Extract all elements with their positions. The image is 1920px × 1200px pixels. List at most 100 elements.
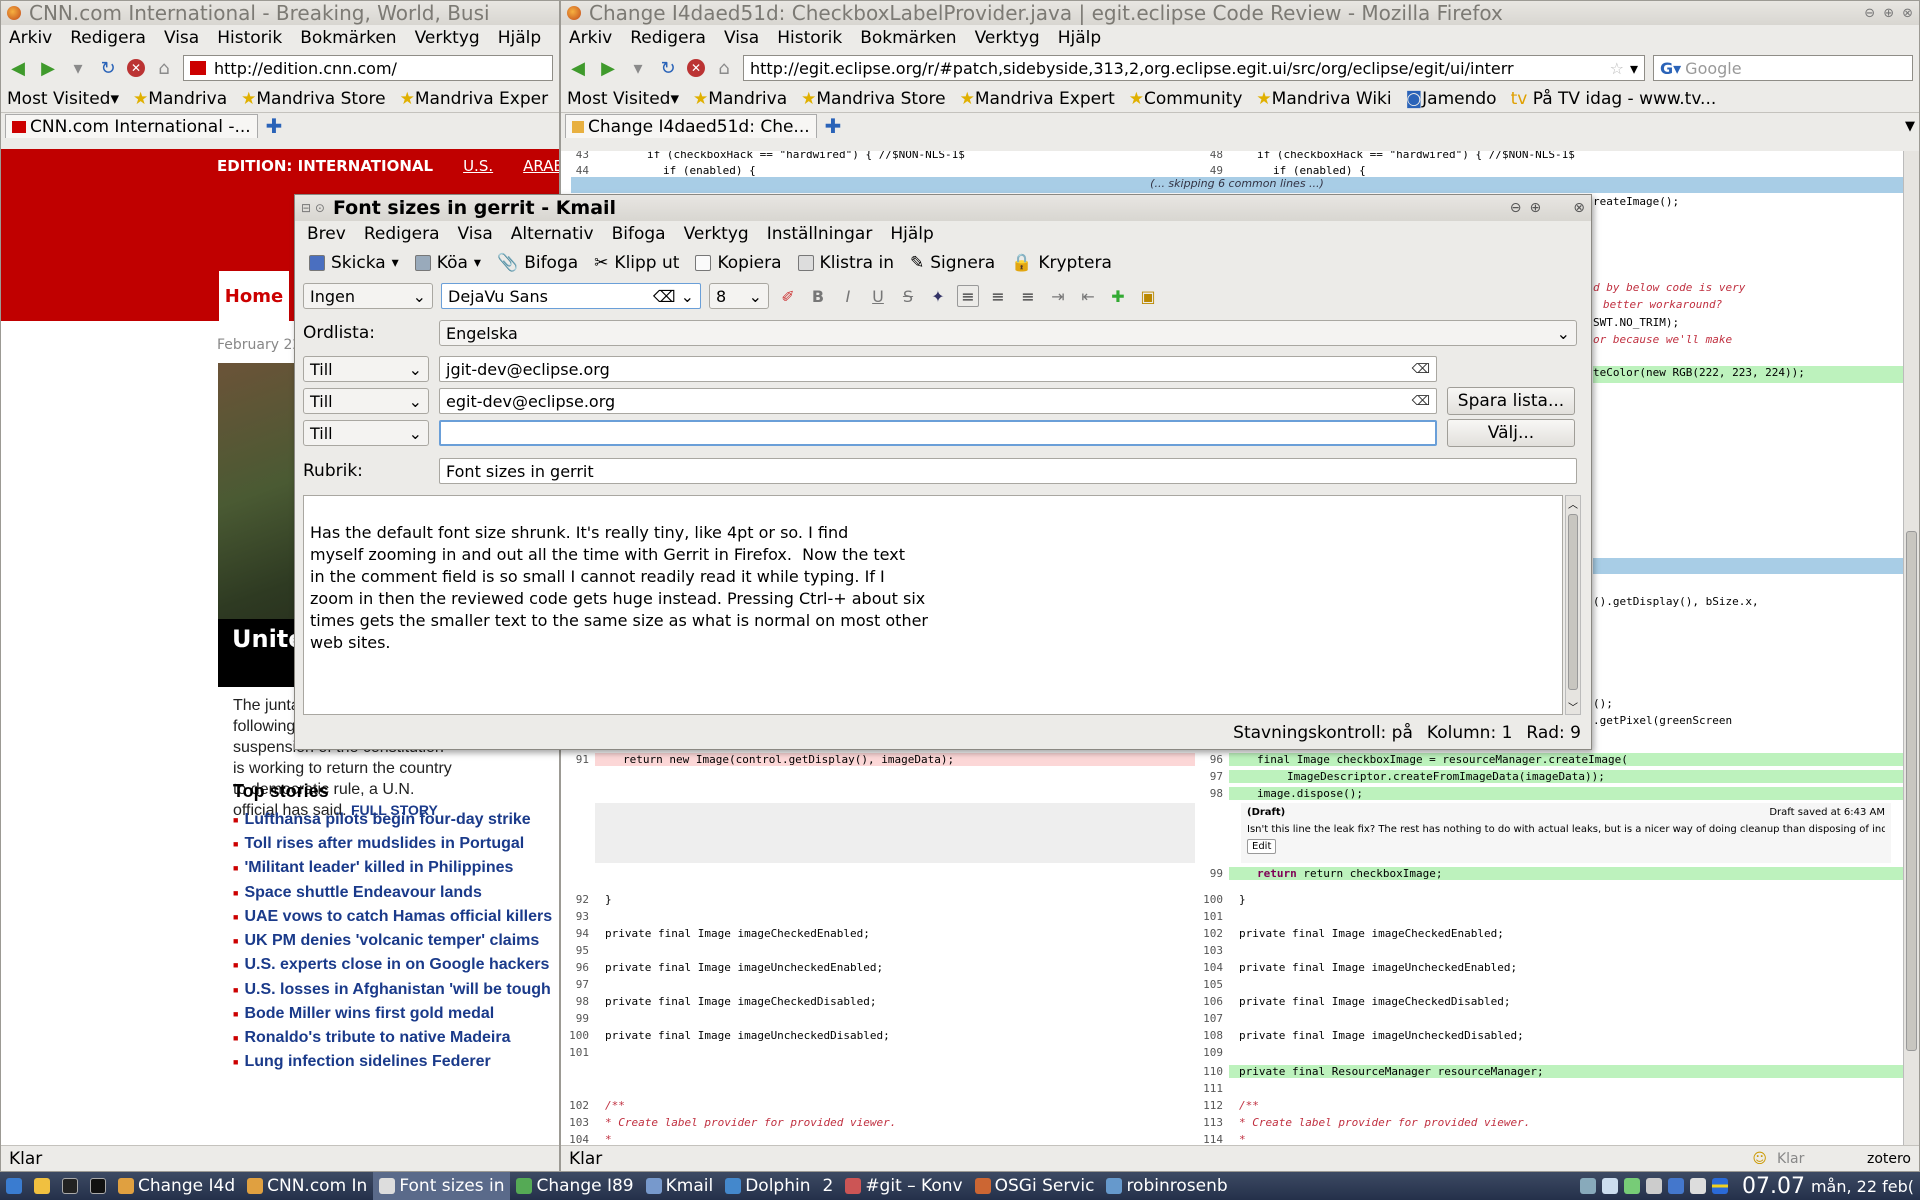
network-icon[interactable] xyxy=(1623,1178,1640,1194)
recipient-type-select[interactable]: Till ⌄ xyxy=(303,388,429,414)
monitor-icon[interactable] xyxy=(1579,1178,1596,1194)
menu-hjalp[interactable]: Hjälp xyxy=(498,28,541,48)
attach-button[interactable]: 📎 Bifoga xyxy=(493,253,582,273)
recipient-type-select[interactable]: Till ⌄ xyxy=(303,356,429,382)
text-color-icon[interactable]: ✦ xyxy=(927,285,949,307)
menu-visa[interactable]: Visa xyxy=(724,28,759,48)
gerrit-scrollbar-thumb[interactable] xyxy=(1906,531,1917,1051)
send-button[interactable]: Skicka ▾ xyxy=(305,253,403,273)
menu-verktyg[interactable]: Verktyg xyxy=(975,28,1040,48)
menu-bifoga[interactable]: Bifoga xyxy=(612,224,666,244)
story-link[interactable]: Lufthansa pilots begin four-day strike xyxy=(233,808,552,832)
align-center-icon[interactable]: ≡ xyxy=(987,285,1009,307)
bookmark-mandriva[interactable]: ★Mandriva xyxy=(133,89,227,109)
language-flag-icon[interactable] xyxy=(1711,1178,1728,1194)
menu-verktyg[interactable]: Verktyg xyxy=(415,28,480,48)
copy-button[interactable]: Kopiera xyxy=(691,253,785,273)
menu-hjalp[interactable]: Hjälp xyxy=(890,224,933,244)
zotero-button[interactable]: zotero xyxy=(1867,1151,1911,1167)
launcher-icon[interactable] xyxy=(28,1172,56,1200)
task-button[interactable]: OSGi Servic xyxy=(969,1172,1101,1200)
dictionary-select[interactable]: Engelska ⌄ xyxy=(439,320,1577,346)
task-button[interactable]: Change I89 xyxy=(510,1172,639,1200)
task-button[interactable]: Dolphin xyxy=(719,1172,816,1200)
stop-icon[interactable]: ✕ xyxy=(127,59,145,77)
bookmark-most-visited[interactable]: Most Visited▾ xyxy=(7,89,119,109)
menu-hjalp[interactable]: Hjälp xyxy=(1058,28,1101,48)
story-link[interactable]: Ronaldo's tribute to native Madeira xyxy=(233,1026,552,1050)
align-left-icon[interactable]: ≡ xyxy=(957,285,979,307)
subject-input[interactable]: Font sizes in gerrit xyxy=(439,458,1577,484)
edition-us-link[interactable]: U.S. xyxy=(463,157,493,175)
clipboard-icon[interactable] xyxy=(1689,1178,1706,1194)
body-scrollbar-thumb[interactable] xyxy=(1568,514,1578,690)
new-tab-icon[interactable]: ✚ xyxy=(266,114,283,138)
menu-redigera[interactable]: Redigera xyxy=(364,224,440,244)
history-dropdown-icon[interactable]: ▾ xyxy=(627,57,649,79)
task-button[interactable]: CNN.com In xyxy=(241,1172,373,1200)
story-link[interactable]: U.S. losses in Afghanistan 'will be toug… xyxy=(233,978,552,1002)
menu-installningar[interactable]: Inställningar xyxy=(767,224,873,244)
cnn-url-bar[interactable]: http://edition.cnn.com/ xyxy=(183,55,553,81)
story-link[interactable]: Bode Miller wins first gold medal xyxy=(233,1002,552,1026)
menu-historik[interactable]: Historik xyxy=(217,28,282,48)
menu-arkiv[interactable]: Arkiv xyxy=(569,28,612,48)
start-menu-icon[interactable] xyxy=(0,1172,28,1200)
clear-icon[interactable]: ⌫ xyxy=(1412,362,1430,377)
story-link[interactable]: Space shuttle Endeavour lands xyxy=(233,881,552,905)
bookmark-mandriva[interactable]: ★Mandriva xyxy=(693,89,787,109)
font-family-select[interactable]: DejaVu Sans ⌫ ⌄ xyxy=(441,283,701,309)
menu-bokmarken[interactable]: Bokmärken xyxy=(860,28,956,48)
paste-button[interactable]: Klistra in xyxy=(794,253,898,273)
bookmark-star-icon[interactable]: ☆ xyxy=(1610,59,1624,78)
queue-button[interactable]: Köa ▾ xyxy=(411,253,485,273)
menu-alternativ[interactable]: Alternativ xyxy=(511,224,594,244)
nav-home[interactable]: Home xyxy=(219,271,289,321)
bookmark-tv[interactable]: tv På TV idag - www.tv... xyxy=(1511,89,1717,109)
menu-visa[interactable]: Visa xyxy=(458,224,493,244)
reload-icon[interactable]: ↻ xyxy=(97,57,119,79)
bookmark-mandriva-expert[interactable]: ★Mandriva Expert xyxy=(960,89,1115,109)
konsole-icon[interactable] xyxy=(84,1172,112,1200)
underline-icon[interactable]: U xyxy=(867,285,889,307)
bookmark-mandriva-store[interactable]: ★Mandriva Store xyxy=(801,89,945,109)
new-tab-icon[interactable]: ✚ xyxy=(825,114,842,138)
terminal-icon[interactable] xyxy=(56,1172,84,1200)
scroll-down-icon[interactable]: ﹀ xyxy=(1566,699,1580,714)
edition-arab-link[interactable]: ARAB xyxy=(523,157,559,175)
gerrit-scrollbar[interactable] xyxy=(1903,151,1919,1145)
cnn-titlebar[interactable]: CNN.com International - Breaking, World,… xyxy=(1,1,559,25)
task-button[interactable]: Change I4d xyxy=(112,1172,241,1200)
gerrit-url-bar[interactable]: http://egit.eclipse.org/r/#patch,sidebys… xyxy=(743,55,1645,81)
recipient-input[interactable]: jgit-dev@eclipse.org ⌫ xyxy=(439,356,1437,382)
encrypt-button[interactable]: 🔒 Kryptera xyxy=(1007,253,1116,273)
strikethrough-icon[interactable]: S xyxy=(897,285,919,307)
draft-edit-button[interactable]: Edit xyxy=(1247,839,1277,854)
forward-icon[interactable]: ▶ xyxy=(37,57,59,79)
menu-brev[interactable]: Brev xyxy=(307,224,346,244)
forward-icon[interactable]: ▶ xyxy=(597,57,619,79)
close-icon[interactable]: ⊗ xyxy=(1902,6,1913,21)
menu-arkiv[interactable]: Arkiv xyxy=(9,28,52,48)
recipient-input-empty[interactable] xyxy=(439,420,1437,446)
story-link[interactable]: U.S. experts close in on Google hackers xyxy=(233,953,552,977)
battery-icon[interactable] xyxy=(1645,1178,1662,1194)
bookmark-mandriva-wiki[interactable]: ★Mandriva Wiki xyxy=(1256,89,1391,109)
task-button[interactable]: Font sizes in xyxy=(373,1172,511,1200)
indent-icon[interactable]: ⇥ xyxy=(1047,285,1069,307)
stop-icon[interactable]: ✕ xyxy=(687,59,705,77)
google-icon[interactable]: G▾ xyxy=(1660,59,1681,78)
back-icon[interactable]: ◀ xyxy=(7,57,29,79)
align-right-icon[interactable]: ≡ xyxy=(1017,285,1039,307)
volume-icon[interactable] xyxy=(1601,1178,1618,1194)
reload-icon[interactable]: ↻ xyxy=(657,57,679,79)
scroll-up-icon[interactable]: ︿ xyxy=(1566,496,1580,511)
story-link[interactable]: UK PM denies 'volcanic temper' claims xyxy=(233,929,552,953)
bookmark-community[interactable]: ★Community xyxy=(1129,89,1243,109)
menu-redigera[interactable]: Redigera xyxy=(630,28,706,48)
clock-time[interactable]: 07.07 xyxy=(1742,1174,1805,1199)
italic-icon[interactable]: I xyxy=(837,285,859,307)
choose-button[interactable]: Välj... xyxy=(1447,419,1575,447)
menu-bokmarken[interactable]: Bokmärken xyxy=(300,28,396,48)
cnn-tab[interactable]: CNN.com International -... xyxy=(5,114,258,138)
